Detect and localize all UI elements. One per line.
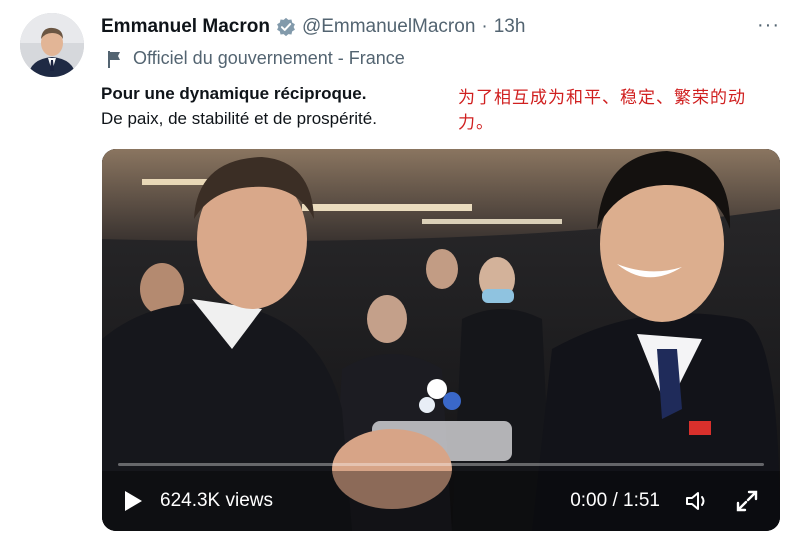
video-timecode: 0:00 / 1:51	[570, 490, 660, 511]
tweet-text: Pour une dynamique réciproque. De paix, …	[101, 81, 377, 131]
avatar-image	[20, 13, 84, 77]
more-options-icon[interactable]: ···	[757, 14, 780, 37]
affiliation-row: Officiel du gouvernement - France	[106, 48, 405, 69]
separator-dot: ·	[481, 16, 488, 37]
volume-icon[interactable]	[684, 489, 710, 513]
fullscreen-icon[interactable]	[734, 488, 760, 514]
government-flag-icon	[108, 50, 120, 68]
author-name[interactable]: Emmanuel Macron	[101, 16, 270, 38]
tweet-header: Emmanuel Macron @EmmanuelMacron · 13h ··…	[101, 12, 780, 42]
translation-annotation: 为了相互成为和平、稳定、繁荣的动力。	[458, 88, 746, 133]
affiliation-label[interactable]: Officiel du gouvernement - France	[133, 48, 405, 69]
author-avatar[interactable]	[20, 13, 84, 77]
video-controls: 624.3K views 0:00 / 1:51	[102, 471, 780, 531]
tweet-text-bold: Pour une dynamique réciproque.	[101, 84, 367, 103]
view-count: 624.3K views	[160, 490, 274, 511]
video-progress-bar[interactable]	[118, 463, 764, 466]
tweet-timestamp[interactable]: 13h	[494, 16, 526, 38]
play-icon[interactable]	[122, 489, 144, 513]
verified-badge-icon	[277, 17, 295, 37]
author-handle[interactable]: @EmmanuelMacron	[302, 16, 475, 38]
video-player[interactable]: 624.3K views 0:00 / 1:51	[102, 149, 780, 531]
tweet-text-line2: De paix, de stabilité et de prospérité.	[101, 109, 377, 128]
